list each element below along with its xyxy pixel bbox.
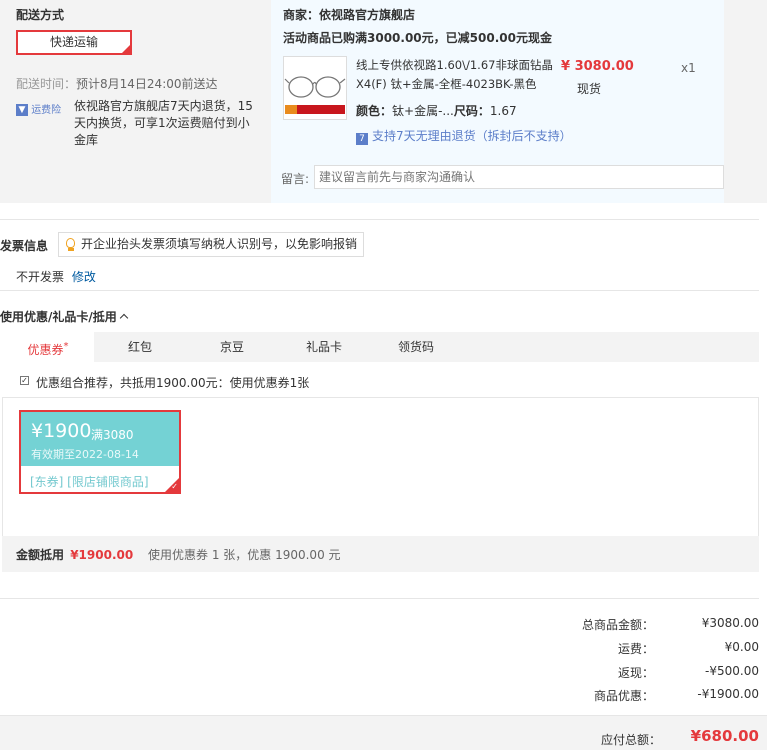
summary-value: ¥3080.00 [701,616,759,630]
invoice-title: 发票信息 [0,239,49,253]
divider [0,290,759,291]
coupon-card[interactable]: ¥1900 满3080 有效期至2022-08-14 [东券] [限店铺限商品]… [19,410,181,494]
shipping-order-section: 配送方式 快递运输 配送时间：预计8月14日24:00前送达 ▼ 运费险 依视路… [0,0,767,203]
message-label: 留言: [281,172,310,186]
delivery-time-label: 配送时间： [16,77,77,91]
coupon-condition: 满3080 [91,428,134,442]
coupon-list: ¥1900 满3080 有效期至2022-08-14 [东券] [限店铺限商品]… [2,398,759,536]
deduction-label: 金额抵用 [16,548,65,562]
insurance-icon: ▼ [16,104,28,116]
delivery-time-value: 预计8月14日24:00前送达 [76,77,218,91]
insurance-badge-label: 运费险 [31,105,62,116]
order-panel: 商家：依视路官方旗舰店 活动商品已购满3000.00元，已减500.00元现金 … [271,0,767,203]
insurance-badge[interactable]: ▼ 运费险 [16,101,62,116]
summary-label: 商品优惠： [593,689,654,703]
summary-row-discount: 商品优惠： -¥1900.00 [459,687,759,703]
chevron-up-icon [119,313,129,323]
lightbulb-icon [66,238,75,248]
return-policy-icon: 7 [356,133,368,145]
invoice-status: 不开发票 [16,270,65,284]
product-attributes: 颜色：钛+金属-...尺码：1.67 [356,102,517,119]
invoice-tip: 开企业抬头发票须填写纳税人识别号，以免影响报销 [58,232,365,257]
invoice-edit-link[interactable]: 修改 [72,270,96,284]
tab-red-packet[interactable]: 红包 [94,332,186,362]
size-label: 尺码： [453,104,490,118]
tab-coupon-label: 优惠券 [27,343,64,357]
color-value: 钛+金属-... [392,104,454,118]
summary-value: -¥1900.00 [697,687,759,701]
summary-label: 总商品金额： [581,618,654,632]
invoice-status-row: 不开发票 修改 [16,268,96,285]
summary-label: 运费： [617,642,654,656]
tab-redeem-code[interactable]: 领货码 [370,332,462,362]
selected-corner-icon [121,44,131,54]
shipping-method-label: 快递运输 [49,35,98,49]
summary-row-goods: 总商品金额： ¥3080.00 [459,616,759,632]
coupon-combo-row: ✓ 优惠组合推荐，共抵用1900.00元：使用优惠券1张 [2,362,759,398]
payable-total-label: 应付总额： [600,733,661,747]
product-quantity: x1 [681,61,696,75]
coupon-card-header: ¥1900 满3080 有效期至2022-08-14 [21,412,179,466]
product-image[interactable] [283,56,347,120]
tab-coupon[interactable]: 优惠券* [2,332,94,362]
seller-name: 商家：依视路官方旗舰店 [283,8,416,22]
summary-row-shipping: 运费： ¥0.00 [459,640,759,656]
delivery-time: 配送时间：预计8月14日24:00前送达 [16,75,218,92]
divider [0,219,759,220]
divider [0,598,759,599]
summary-label: 返现： [617,666,654,680]
product-name[interactable]: 线上专供依视路1.60\/1.67非球面钻晶X4(F) 钛+金属-全框-4023… [356,56,556,94]
product-price: ¥ 3080.00 [561,59,634,74]
return-policy-text: 支持7天无理由退货（拆封后不支持） [372,129,572,143]
tab-gift-card[interactable]: 礼品卡 [278,332,370,362]
tab-jd-beans[interactable]: 京豆 [186,332,278,362]
check-icon: ✓ [171,482,178,491]
color-label: 颜色： [356,104,393,118]
insurance-text: 依视路官方旗舰店7天内退货，15天内换货，可享1次运费赔付到小金库 [74,99,253,147]
order-detail: 商家：依视路官方旗舰店 活动商品已购满3000.00元，已减500.00元现金 … [271,0,724,203]
return-policy[interactable]: 7 支持7天无理由退货（拆封后不支持） [356,127,572,145]
shipping-method-button[interactable]: 快递运输 [16,30,132,55]
coupon-tags: [东券] [限店铺限商品] [30,475,149,489]
deduction-label-row: 金额抵用 ¥1900.00 [16,546,133,563]
deduction-value: ¥1900.00 [70,548,134,562]
coupon-section-title: 使用优惠/礼品卡/抵用 [0,310,117,324]
coupon-tabs: 优惠券* 红包 京豆 礼品卡 领货码 [2,332,759,362]
combo-checkbox[interactable]: ✓ [20,376,29,385]
combo-text: 优惠组合推荐，共抵用1900.00元：使用优惠券1张 [36,376,310,390]
stock-status: 现货 [577,82,602,96]
coupon-expiry: 有效期至2022-08-14 [31,448,139,461]
lightbulb-icon-base [68,248,74,251]
promo-text: 活动商品已购满3000.00元，已减500.00元现金 [283,31,552,45]
summary-value: -¥500.00 [705,664,759,678]
payable-total-value: ¥680.00 [690,727,759,745]
deduction-note: 使用优惠券 1 张，优惠 1900.00 元 [148,548,341,562]
payable-total-bar: 应付总额： ¥680.00 [0,715,767,750]
tab-coupon-mark: * [63,341,69,352]
summary-row-cashback: 返现： -¥500.00 [459,664,759,680]
size-value: 1.67 [489,104,517,118]
invoice-tip-text: 开企业抬头发票须填写纳税人识别号，以免影响报销 [81,237,358,251]
summary-value: ¥0.00 [724,640,759,654]
deduction-summary: 金额抵用 ¥1900.00 使用优惠券 1 张，优惠 1900.00 元 [2,536,759,572]
message-input[interactable] [314,165,724,189]
coupon-amount: ¥1900 [31,420,92,442]
shipping-panel: 配送方式 快递运输 配送时间：预计8月14日24:00前送达 ▼ 运费险 依视路… [0,0,271,203]
coupon-section-toggle[interactable]: 使用优惠/礼品卡/抵用 [0,308,129,325]
shipping-title: 配送方式 [16,8,65,22]
